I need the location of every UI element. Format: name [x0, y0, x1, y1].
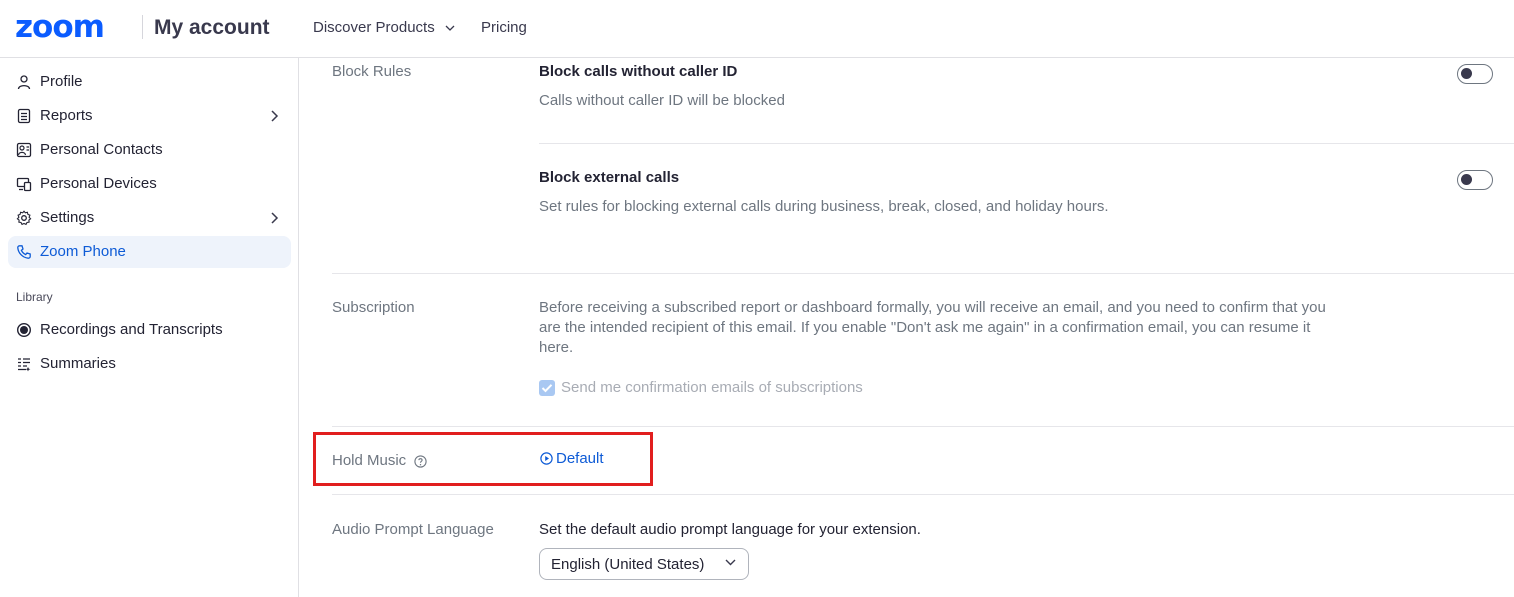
block-no-caller-id-title: Block calls without caller ID	[539, 63, 738, 80]
sidebar-item-personal-contacts[interactable]: Personal Contacts	[8, 134, 291, 166]
chevron-right-icon	[271, 110, 279, 122]
sidebar-item-label: Profile	[40, 73, 83, 90]
sidebar-item-label: Personal Contacts	[40, 141, 163, 158]
gear-icon	[16, 210, 32, 226]
section-divider	[332, 426, 1514, 427]
hold-music-label: Hold Music	[332, 452, 407, 469]
sidebar-item-label: Summaries	[40, 355, 116, 372]
sidebar-item-label: Zoom Phone	[40, 243, 126, 260]
header-divider	[142, 15, 143, 39]
sidebar-item-label: Personal Devices	[40, 175, 157, 192]
phone-icon	[17, 245, 31, 259]
checkmark-icon	[541, 384, 553, 393]
sidebar: Profile Reports Personal Contacts Person…	[0, 58, 299, 597]
help-icon[interactable]	[414, 455, 427, 468]
toggle-knob	[1461, 174, 1472, 185]
audio-prompt-language-value: English (United States)	[551, 556, 705, 573]
section-divider	[332, 273, 1514, 274]
section-divider	[332, 494, 1514, 495]
sidebar-item-profile[interactable]: Profile	[8, 66, 291, 98]
block-external-calls-description: Set rules for blocking external calls du…	[539, 198, 1109, 215]
nav-pricing[interactable]: Pricing	[481, 18, 527, 38]
audio-prompt-language-label: Audio Prompt Language	[332, 521, 494, 538]
audio-prompt-language-select[interactable]: English (United States)	[539, 548, 749, 580]
chevron-down-icon	[725, 559, 736, 566]
sidebar-item-personal-devices[interactable]: Personal Devices	[8, 168, 291, 200]
subscription-confirmation-checkbox-label: Send me confirmation emails of subscript…	[561, 379, 863, 396]
hold-music-default-link[interactable]: Default	[540, 450, 604, 468]
subscription-description-line-1: Before receiving a subscribed report or …	[539, 299, 1326, 316]
play-icon	[540, 452, 553, 465]
block-external-calls-toggle[interactable]	[1457, 170, 1493, 190]
sidebar-item-label: Reports	[40, 107, 93, 124]
hold-music-value: Default	[556, 450, 604, 467]
page-title[interactable]: My account	[154, 15, 270, 41]
person-icon	[17, 75, 31, 90]
devices-icon	[16, 177, 32, 192]
sidebar-item-settings[interactable]: Settings	[8, 202, 291, 234]
sidebar-item-label: Settings	[40, 209, 95, 226]
divider	[539, 143, 1514, 144]
record-icon	[16, 322, 32, 338]
sidebar-item-label: Recordings and Transcripts	[40, 321, 223, 338]
sidebar-item-reports[interactable]: Reports	[8, 100, 291, 132]
sidebar-item-summaries[interactable]: Summaries	[8, 348, 291, 380]
chevron-down-icon	[445, 25, 455, 31]
summaries-icon	[18, 358, 31, 372]
nav-discover-products-label: Discover Products	[313, 19, 435, 36]
block-no-caller-id-toggle[interactable]	[1457, 64, 1493, 84]
contacts-icon	[16, 142, 32, 158]
audio-prompt-language-description: Set the default audio prompt language fo…	[539, 521, 921, 538]
library-section-label: Library	[16, 290, 53, 304]
chevron-right-icon	[271, 212, 279, 224]
subscription-label: Subscription	[332, 299, 415, 316]
zoom-logo[interactable]: zoom	[15, 9, 105, 45]
subscription-confirmation-checkbox[interactable]	[539, 380, 555, 396]
toggle-knob	[1461, 68, 1472, 79]
subscription-description-line-3: here.	[539, 339, 574, 356]
block-external-calls-title: Block external calls	[539, 169, 680, 186]
clipboard-icon	[17, 108, 31, 124]
block-no-caller-id-description: Calls without caller ID will be blocked	[539, 92, 785, 109]
top-header: zoom My account Discover Products Pricin…	[0, 0, 1514, 58]
nav-discover-products[interactable]: Discover Products	[313, 18, 455, 38]
sidebar-item-recordings[interactable]: Recordings and Transcripts	[8, 314, 291, 346]
block-rules-label: Block Rules	[332, 63, 412, 80]
subscription-description-line-2: are the intended recipient of this email…	[539, 319, 1311, 336]
sidebar-item-zoom-phone[interactable]: Zoom Phone	[8, 236, 291, 268]
